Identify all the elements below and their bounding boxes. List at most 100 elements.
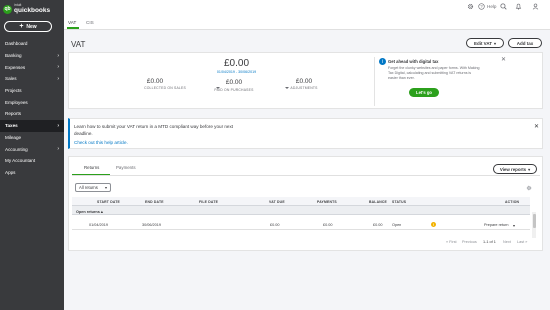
open-returns-text: Open returns [76,209,100,214]
sidebar-item-label: Reports [5,111,22,117]
mtd-banner-text: Learn how to submit your VAT return in a… [74,124,234,136]
view-reports-button[interactable]: View reports ▾ [493,164,537,174]
sidebar-item-reports[interactable]: Reports [0,108,64,120]
cell-end-date: 30/06/2019 [142,223,162,227]
tab-payments[interactable]: Payments [116,165,136,170]
sidebar-item-taxes[interactable]: Taxes › [0,119,64,132]
column-status[interactable]: STATUS [392,200,406,204]
help-article-link[interactable]: Check out this help article. [74,140,128,145]
help-icon[interactable]: ? [478,3,485,12]
tab-divider [72,175,540,176]
quickbooks-logo[interactable]: qb intuit quickbooks [3,3,61,15]
sidebar-item-dashboard[interactable]: Dashboard [0,38,64,50]
sidebar-item-my-accountant[interactable]: My Accountant [0,155,64,167]
user-icon[interactable] [532,3,539,12]
sidebar-item-projects[interactable]: Projects [0,85,64,97]
warning-icon: ! [431,222,436,227]
sidebar-item-label: Banking [5,53,22,59]
scrollbar-thumb[interactable] [532,214,536,228]
pager-last[interactable]: Last » [517,240,527,244]
chevron-down-icon: ▾ [494,40,497,46]
new-button[interactable]: + New [4,21,52,32]
tab-returns[interactable]: Returns [84,165,99,170]
pager-next[interactable]: Next [503,240,511,244]
adjustments-label: ADJUSTMENTS [290,86,318,90]
sidebar-item-expenses[interactable]: Expenses › [0,61,64,73]
quickbooks-logo-icon: qb [3,4,12,14]
column-balance[interactable]: BALANCE [369,200,387,204]
help-label[interactable]: Help [487,4,496,9]
column-end-date[interactable]: END DATE [145,200,164,204]
pager-previous[interactable]: Previous [462,240,477,244]
tab-active-indicator [67,27,79,29]
table-header: START DATE END DATE FILE DATE VAT DUE PA… [72,197,530,206]
sidebar-item-label: Expenses [5,64,26,70]
paid-on-purchases-label: PAID ON PURCHASES [214,88,254,92]
sidebar-item-mileage[interactable]: Mileage [0,132,64,144]
returns-panel: Returns Payments View reports ▾ All retu… [68,156,543,251]
table-row[interactable]: 01/04/2019 30/06/2019 £0.00 £0.00 £0.00 … [72,220,530,230]
sidebar-item-accounting[interactable]: Accounting › [0,143,64,155]
vat-period[interactable]: 01/04/2019 - 30/06/2019 [189,70,284,74]
sidebar: qb intuit quickbooks + New Dashboard Bank… [0,0,64,310]
sidebar-item-label: My Accountant [5,158,36,164]
cell-vat-due: £0.00 [270,223,280,227]
chevron-right-icon: › [57,75,59,82]
column-start-date[interactable]: START DATE [97,200,120,204]
new-button-label: New [26,23,37,30]
bell-icon[interactable] [515,3,522,12]
prepare-return-link[interactable]: Prepare return [484,223,508,227]
edit-vat-button[interactable]: Edit VAT ▾ [466,38,504,48]
cell-payments: £0.00 [323,223,333,227]
chevron-down-icon: ▾ [528,166,531,172]
open-returns-group[interactable]: Open returns ▴ [72,206,530,215]
sidebar-item-label: Projects [5,88,22,94]
sidebar-item-employees[interactable]: Employees [0,96,64,108]
tab-cis[interactable]: CIS [86,20,94,25]
collected-on-sales-label: COLLECTED ON SALES [144,86,186,90]
open-returns-label: Open returns ▴ [76,209,103,214]
search-icon[interactable] [500,3,507,12]
caret-down-icon: ▴ [100,209,103,214]
sidebar-item-sales[interactable]: Sales › [0,73,64,85]
sidebar-item-label: Dashboard [5,41,28,47]
sidebar-item-label: Taxes [5,123,18,129]
sidebar-item-label: Sales [5,76,17,82]
page-title: VAT [71,40,86,49]
cell-balance: £0.00 [373,223,383,227]
add-tax-button[interactable]: Add tax [508,38,542,48]
column-action: ACTION [505,199,520,204]
view-reports-label: View reports [499,166,527,172]
sidebar-item-banking[interactable]: Banking › [0,50,64,62]
svg-text:?: ? [480,4,483,9]
column-payments[interactable]: PAYMENTS [317,200,337,204]
table-scrollbar[interactable] [532,212,536,238]
adjustments-value: £0.00 [295,78,313,85]
lets-go-button[interactable]: Let's go [409,88,439,97]
sidebar-item-label: Mileage [5,134,22,140]
table-settings-icon[interactable] [526,185,532,193]
close-icon[interactable]: ✕ [501,56,506,63]
digital-tax-title: Get ahead with digital tax [388,59,439,64]
close-icon[interactable]: ✕ [534,123,539,130]
sidebar-item-apps[interactable]: Apps [0,167,64,179]
vat-summary-card: £0.00 01/04/2019 - 30/06/2019 £0.00 COLL… [68,52,543,109]
mtd-banner: Learn how to submit your VAT return in a… [68,118,543,149]
info-icon: i [379,58,386,65]
column-file-date[interactable]: FILE DATE [199,200,218,204]
pager-first[interactable]: « First [446,240,457,244]
tab-vat[interactable]: VAT [68,20,76,25]
column-vat-due[interactable]: VAT DUE [269,200,285,204]
chevron-right-icon: › [57,64,59,71]
returns-filter-select[interactable]: All returns ▾ [75,183,111,192]
gear-icon[interactable] [467,3,474,12]
sidebar-item-label: Apps [5,169,16,175]
chevron-down-icon: ▾ [104,185,107,190]
plus-icon: + [19,23,24,30]
sidebar-item-label: Accounting [5,146,28,152]
logo-name-text: quickbooks [14,6,51,14]
sidebar-item-label: Employees [5,99,28,105]
top-bar: VAT CIS ? Help [64,0,550,30]
chevron-down-icon[interactable]: ▾ [513,223,515,228]
returns-filter-value: All returns [79,185,98,190]
